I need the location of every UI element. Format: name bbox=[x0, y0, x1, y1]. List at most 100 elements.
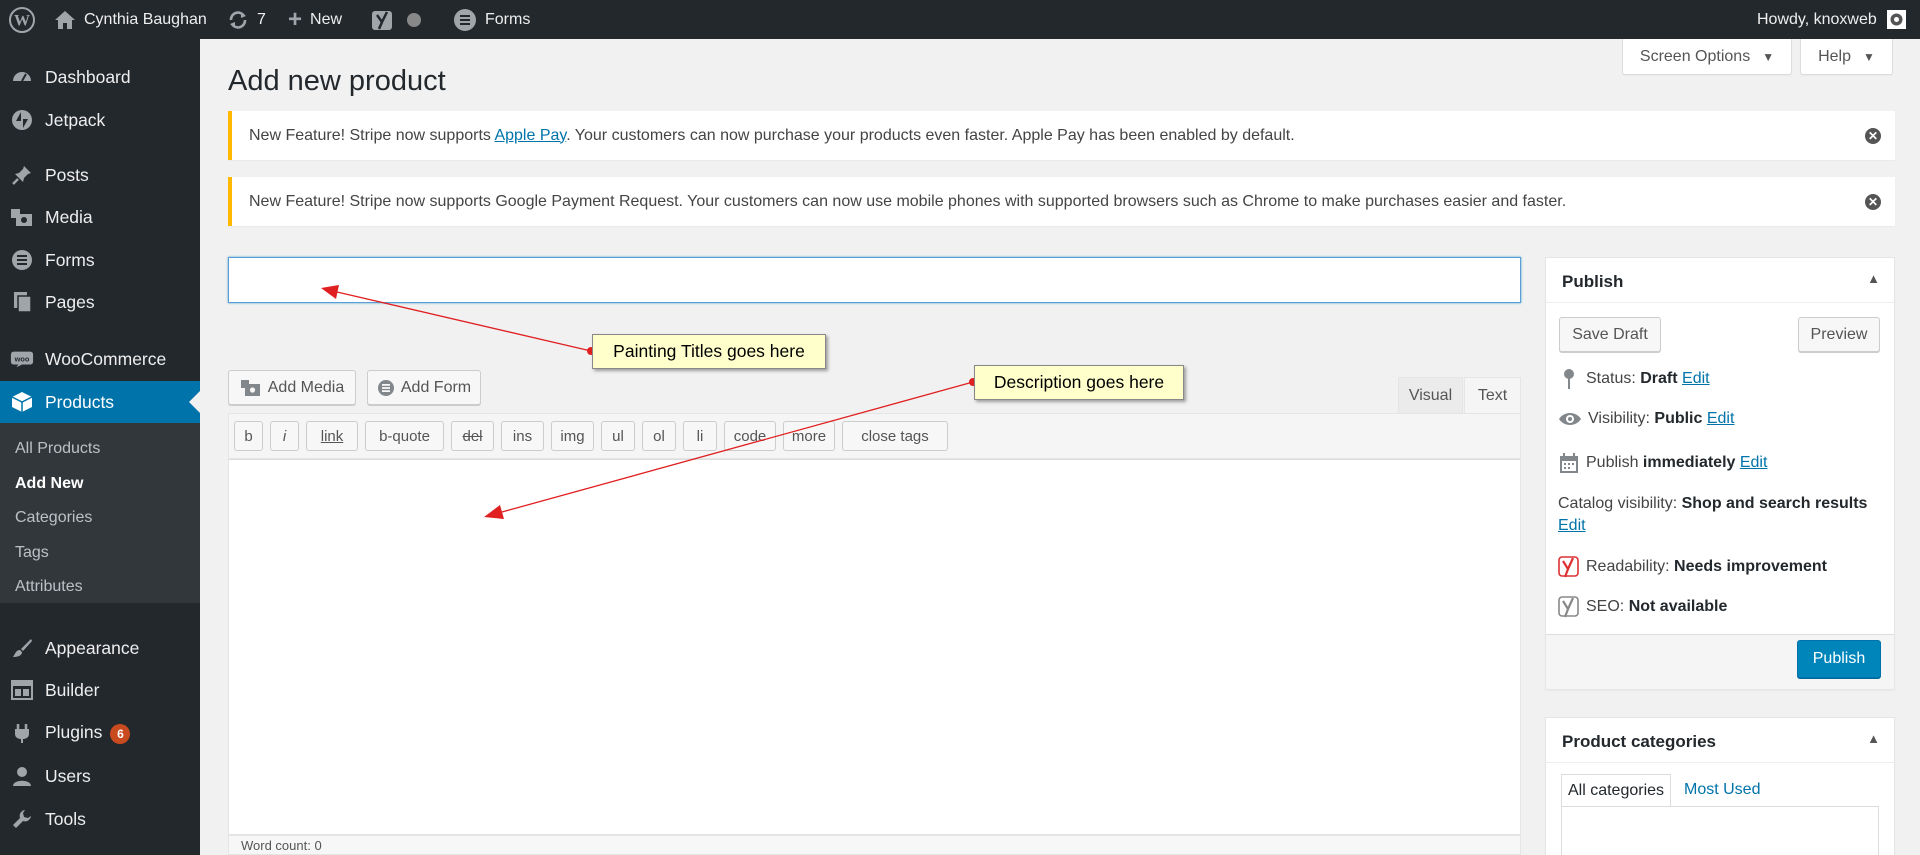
product-categories-box: Product categories ▲ All categories Most… bbox=[1545, 717, 1895, 855]
edit-publish-time-link[interactable]: Edit bbox=[1740, 454, 1768, 471]
save-draft-button[interactable]: Save Draft bbox=[1559, 317, 1661, 352]
submenu-attributes[interactable]: Attributes bbox=[15, 578, 83, 596]
pin-icon bbox=[1558, 368, 1580, 390]
word-count: Word count: 0 bbox=[228, 835, 1521, 855]
categories-heading: Product categories bbox=[1562, 732, 1716, 751]
visibility-value: Public bbox=[1654, 410, 1703, 427]
edit-catalog-visibility-link[interactable]: Edit bbox=[1558, 517, 1586, 535]
submenu-tags[interactable]: Tags bbox=[15, 544, 49, 562]
menu-label: Appearance bbox=[45, 637, 140, 658]
menu-pages[interactable]: Pages bbox=[0, 282, 200, 322]
seo-label: SEO: bbox=[1586, 598, 1629, 615]
quicktag-button[interactable]: code bbox=[724, 421, 776, 451]
quicktag-button[interactable]: ul bbox=[601, 421, 635, 451]
status-text: Status: Draft Edit bbox=[1586, 370, 1710, 388]
add-form-button[interactable]: Add Form bbox=[367, 370, 481, 405]
menu-settings-partial[interactable] bbox=[0, 843, 200, 855]
quicktag-button[interactable]: ol bbox=[642, 421, 676, 451]
screen-options-button[interactable]: Screen Options ▼ bbox=[1622, 39, 1792, 75]
quicktag-button[interactable]: img bbox=[551, 421, 594, 451]
close-icon[interactable]: ✕ bbox=[1865, 127, 1881, 144]
dashboard-icon bbox=[10, 65, 34, 89]
quicktag-button[interactable]: more bbox=[783, 421, 835, 451]
categories-list bbox=[1561, 806, 1879, 855]
site-name-link[interactable]: Cynthia Baughan bbox=[54, 0, 207, 39]
home-icon bbox=[54, 10, 76, 30]
quicktag-button[interactable]: ins bbox=[501, 421, 544, 451]
tab-visual[interactable]: Visual bbox=[1398, 377, 1463, 413]
yoast-menu[interactable] bbox=[371, 0, 393, 39]
preview-button[interactable]: Preview bbox=[1798, 317, 1880, 352]
product-title-input[interactable] bbox=[228, 257, 1521, 303]
pages-icon bbox=[10, 290, 34, 314]
forms-link[interactable]: Forms bbox=[453, 0, 530, 39]
quicktag-button[interactable]: link bbox=[306, 421, 358, 451]
publish-button[interactable]: Publish bbox=[1797, 640, 1881, 678]
forms-label: Forms bbox=[485, 10, 531, 28]
menu-posts[interactable]: Posts bbox=[0, 155, 200, 195]
menu-woocommerce[interactable]: woo WooCommerce bbox=[0, 339, 200, 379]
plus-icon: + bbox=[288, 5, 303, 33]
description-callout: Description goes here bbox=[974, 365, 1184, 400]
avatar bbox=[1886, 10, 1906, 29]
my-account[interactable]: Howdy, knoxweb bbox=[1757, 0, 1906, 39]
quicktag-button[interactable]: close tags bbox=[842, 421, 948, 451]
wordpress-logo[interactable]: W bbox=[8, 0, 36, 39]
quicktag-button[interactable]: li bbox=[683, 421, 717, 451]
seo-row: SEO: Not available bbox=[1558, 595, 1727, 619]
quicktag-button[interactable]: b-quote bbox=[365, 421, 444, 451]
status-value: Draft bbox=[1640, 370, 1678, 387]
submenu-add-new[interactable]: Add New bbox=[15, 475, 83, 493]
plugins-update-badge: 6 bbox=[110, 724, 131, 744]
menu-jetpack[interactable]: Jetpack bbox=[0, 100, 200, 140]
publish-header[interactable]: Publish ▲ bbox=[1546, 258, 1894, 303]
media-icon bbox=[10, 205, 34, 229]
tab-text[interactable]: Text bbox=[1464, 377, 1521, 414]
howdy-text: Howdy, knoxweb bbox=[1757, 10, 1877, 28]
collapse-arrow-icon[interactable]: ▲ bbox=[1867, 731, 1880, 746]
submenu-all-products[interactable]: All Products bbox=[15, 440, 100, 458]
apple-pay-link[interactable]: Apple Pay bbox=[494, 127, 566, 144]
tab-all-categories[interactable]: All categories bbox=[1561, 774, 1671, 806]
updates-link[interactable]: 7 bbox=[227, 0, 266, 39]
menu-forms[interactable]: Forms bbox=[0, 240, 200, 280]
new-content-link[interactable]: + New bbox=[288, 0, 342, 39]
settings-icon bbox=[10, 843, 34, 855]
readability-label: Readability: bbox=[1586, 558, 1675, 575]
publish-time-value: immediately bbox=[1642, 454, 1736, 471]
menu-media[interactable]: Media bbox=[0, 197, 200, 237]
collapse-arrow-icon[interactable]: ▲ bbox=[1867, 271, 1880, 286]
yoast-icon bbox=[371, 8, 393, 32]
seo-status[interactable] bbox=[406, 0, 422, 39]
content-textarea[interactable] bbox=[228, 459, 1521, 835]
publish-time-label: Publish bbox=[1586, 454, 1643, 471]
forms-icon bbox=[10, 248, 34, 272]
tab-most-used[interactable]: Most Used bbox=[1684, 781, 1760, 799]
submenu-categories[interactable]: Categories bbox=[15, 509, 92, 527]
pushpin-icon bbox=[10, 163, 34, 187]
quicktag-button[interactable]: del bbox=[451, 421, 494, 451]
menu-builder[interactable]: Builder bbox=[0, 670, 200, 710]
menu-tools[interactable]: Tools bbox=[0, 799, 200, 839]
categories-header[interactable]: Product categories ▲ bbox=[1546, 718, 1894, 763]
add-media-button[interactable]: Add Media bbox=[228, 370, 356, 405]
notice-text-prefix: New Feature! Stripe now supports bbox=[249, 126, 495, 144]
menu-appearance[interactable]: Appearance bbox=[0, 628, 200, 668]
quicktag-button[interactable]: i bbox=[270, 421, 299, 451]
menu-label: WooCommerce bbox=[45, 348, 167, 369]
svg-text:woo: woo bbox=[14, 354, 30, 363]
catalog-text: Catalog visibility: Shop and search resu… bbox=[1558, 495, 1867, 513]
menu-plugins[interactable]: Plugins 6 bbox=[0, 713, 200, 753]
add-form-label: Add Form bbox=[400, 378, 472, 396]
quicktag-button[interactable]: b bbox=[234, 421, 263, 451]
close-icon[interactable]: ✕ bbox=[1865, 193, 1881, 210]
publish-time-text: Publish immediately Edit bbox=[1586, 454, 1767, 472]
help-button[interactable]: Help ▼ bbox=[1800, 39, 1893, 75]
menu-users[interactable]: Users bbox=[0, 756, 200, 796]
edit-visibility-link[interactable]: Edit bbox=[1707, 410, 1735, 427]
menu-products[interactable]: Products bbox=[0, 381, 200, 423]
visibility-label: Visibility: bbox=[1588, 410, 1655, 427]
user-icon bbox=[10, 764, 34, 788]
edit-status-link[interactable]: Edit bbox=[1682, 370, 1710, 387]
menu-dashboard[interactable]: Dashboard bbox=[0, 57, 200, 97]
